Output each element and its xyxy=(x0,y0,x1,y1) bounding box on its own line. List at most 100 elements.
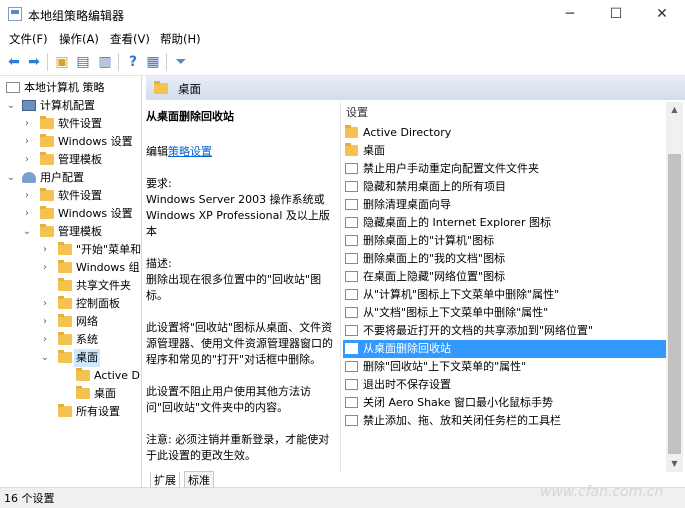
navigation-tree: 本地计算机 策略 ⌄ 计算机配置 › 软件设置 › Windows 设置 › 管… xyxy=(0,76,142,487)
folder-icon xyxy=(58,260,72,273)
policy-setting-icon xyxy=(345,325,358,336)
tree-label: 管理模板 xyxy=(58,225,102,238)
title-bar: 本地组策略编辑器 ─ ☐ ✕ xyxy=(0,0,685,29)
list-item-label: 删除桌面上的"计算机"图标 xyxy=(363,234,495,247)
folder-icon xyxy=(58,404,72,417)
folder-icon xyxy=(58,350,72,363)
chevron-right-icon[interactable]: › xyxy=(40,295,50,313)
list-item[interactable]: 不要将最近打开的文档的共享添加到"网络位置" xyxy=(343,322,667,340)
menu-bar: 文件(F) 操作(A) 查看(V) 帮助(H) xyxy=(0,29,685,49)
list-item[interactable]: Active Directory xyxy=(343,124,667,142)
chevron-right-icon[interactable]: › xyxy=(22,187,32,205)
chevron-right-icon[interactable]: › xyxy=(22,133,32,151)
watermark: www.cfan.com.cn xyxy=(540,484,664,500)
list-item-label: 不要将最近打开的文档的共享添加到"网络位置" xyxy=(363,324,594,337)
minimize-button[interactable]: ─ xyxy=(547,0,593,29)
tree-label: 系统 xyxy=(76,333,98,346)
list-item[interactable]: 在桌面上隐藏"网络位置"图标 xyxy=(343,268,667,286)
forward-icon[interactable]: ➡ xyxy=(25,53,43,71)
settings-list: 设置 Active Directory 桌面 禁止用户手动重定向配置文件文件夹 … xyxy=(340,102,667,472)
list-item[interactable]: 禁止添加、拖、放和关闭任务栏的工具栏 xyxy=(343,412,667,430)
pane-header: 桌面 xyxy=(146,76,685,100)
chevron-right-icon[interactable]: › xyxy=(22,115,32,133)
filter-icon[interactable]: ⏷ xyxy=(172,53,190,71)
tree-label: Windows 组 xyxy=(76,261,140,274)
scroll-down-icon[interactable]: ▼ xyxy=(666,456,683,472)
app-icon xyxy=(8,7,22,21)
list-item-label: 禁止用户手动重定向配置文件文件夹 xyxy=(363,162,539,175)
folder-icon xyxy=(76,386,90,399)
folder-icon xyxy=(40,152,54,165)
folder-icon xyxy=(58,332,72,345)
menu-view[interactable]: 查看(V) xyxy=(110,31,150,47)
chevron-down-icon[interactable]: ⌄ xyxy=(6,169,16,187)
folder-icon xyxy=(40,224,54,237)
chevron-right-icon[interactable]: › xyxy=(40,259,50,277)
back-icon[interactable]: ⬅ xyxy=(5,53,23,71)
close-button[interactable]: ✕ xyxy=(639,0,685,29)
policy-setting-icon xyxy=(345,253,358,264)
list-item-label: 桌面 xyxy=(363,144,385,157)
edit-policy-link[interactable]: 策略设置 xyxy=(168,145,212,158)
chevron-down-icon[interactable]: ⌄ xyxy=(22,223,32,241)
list-item-label: 在桌面上隐藏"网络位置"图标 xyxy=(363,270,506,283)
list-item[interactable]: 桌面 xyxy=(343,142,667,160)
user-icon xyxy=(22,172,36,183)
description-para-3: 注意: 必须注销并重新登录，才能使对于此设置的更改生效。 xyxy=(146,433,330,462)
folder-icon xyxy=(58,242,72,255)
menu-action[interactable]: 操作(A) xyxy=(59,31,99,47)
list-item[interactable]: 隐藏和禁用桌面上的所有项目 xyxy=(343,178,667,196)
list-item[interactable]: 删除桌面上的"我的文档"图标 xyxy=(343,250,667,268)
show-hide-tree-icon[interactable]: ▤ xyxy=(74,53,92,71)
chevron-right-icon[interactable]: › xyxy=(40,313,50,331)
window-title: 本地组策略编辑器 xyxy=(28,9,125,23)
status-text: 16 个设置 xyxy=(4,492,55,505)
chevron-right-icon[interactable]: › xyxy=(40,331,50,349)
scroll-up-icon[interactable]: ▲ xyxy=(666,102,683,118)
list-item[interactable]: 关闭 Aero Shake 窗口最小化鼠标手势 xyxy=(343,394,667,412)
policy-title: 从桌面删除回收站 xyxy=(146,110,234,123)
list-item-label: 删除清理桌面向导 xyxy=(363,198,451,211)
properties-icon[interactable]: ▦ xyxy=(144,53,162,71)
pane-header-title: 桌面 xyxy=(178,82,201,96)
help-icon[interactable]: ? xyxy=(124,53,142,71)
tree-label: 桌面 xyxy=(74,349,100,367)
policy-setting-icon xyxy=(345,361,358,372)
tree-label: 软件设置 xyxy=(58,189,102,202)
list-item[interactable]: 隐藏桌面上的 Internet Explorer 图标 xyxy=(343,214,667,232)
list-item[interactable]: 退出时不保存设置 xyxy=(343,376,667,394)
up-folder-icon[interactable]: ▣ xyxy=(53,53,71,71)
toolbar-separator xyxy=(118,53,119,71)
chevron-down-icon[interactable]: ⌄ xyxy=(6,97,16,115)
description-para-1: 此设置将"回收站"图标从桌面、文件资源管理器、使用文件资源管理器窗口的程序和常见… xyxy=(146,321,333,366)
toolbar-separator xyxy=(47,53,48,71)
export-list-icon[interactable]: ▥ xyxy=(96,53,114,71)
description-para-2: 此设置不阻止用户使用其他方法访问"回收站"文件夹中的内容。 xyxy=(146,385,311,414)
toolbar: ⬅ ➡ ▣ ▤ ▥ ? ▦ ⏷ xyxy=(0,49,685,76)
list-item[interactable]: 禁止用户手动重定向配置文件文件夹 xyxy=(343,160,667,178)
column-header-setting[interactable]: 设置 xyxy=(343,104,667,122)
list-item[interactable]: 从"计算机"图标上下文菜单中删除"属性" xyxy=(343,286,667,304)
list-item[interactable]: 删除清理桌面向导 xyxy=(343,196,667,214)
list-item[interactable]: 从"文档"图标上下文菜单中删除"属性" xyxy=(343,304,667,322)
policy-setting-icon xyxy=(345,217,358,228)
list-item-label: 禁止添加、拖、放和关闭任务栏的工具栏 xyxy=(363,414,561,427)
scrollbar-thumb[interactable] xyxy=(668,154,681,454)
menu-file[interactable]: 文件(F) xyxy=(9,31,48,47)
chevron-down-icon[interactable]: ⌄ xyxy=(40,349,50,367)
folder-icon xyxy=(76,368,90,381)
chevron-right-icon[interactable]: › xyxy=(22,151,32,169)
list-item-label: 隐藏桌面上的 Internet Explorer 图标 xyxy=(363,216,551,229)
list-item[interactable]: 删除"回收站"上下文菜单的"属性" xyxy=(343,358,667,376)
tree-label: 本地计算机 策略 xyxy=(24,81,105,94)
policy-setting-icon xyxy=(345,397,358,408)
folder-icon xyxy=(40,188,54,201)
list-item[interactable]: 删除桌面上的"计算机"图标 xyxy=(343,232,667,250)
list-item-label: 退出时不保存设置 xyxy=(363,378,451,391)
tree-label: 用户配置 xyxy=(40,171,84,184)
maximize-button[interactable]: ☐ xyxy=(593,0,639,29)
chevron-right-icon[interactable]: › xyxy=(40,241,50,259)
list-item-selected[interactable]: 从桌面删除回收站 xyxy=(343,340,667,358)
chevron-right-icon[interactable]: › xyxy=(22,205,32,223)
menu-help[interactable]: 帮助(H) xyxy=(160,31,201,47)
